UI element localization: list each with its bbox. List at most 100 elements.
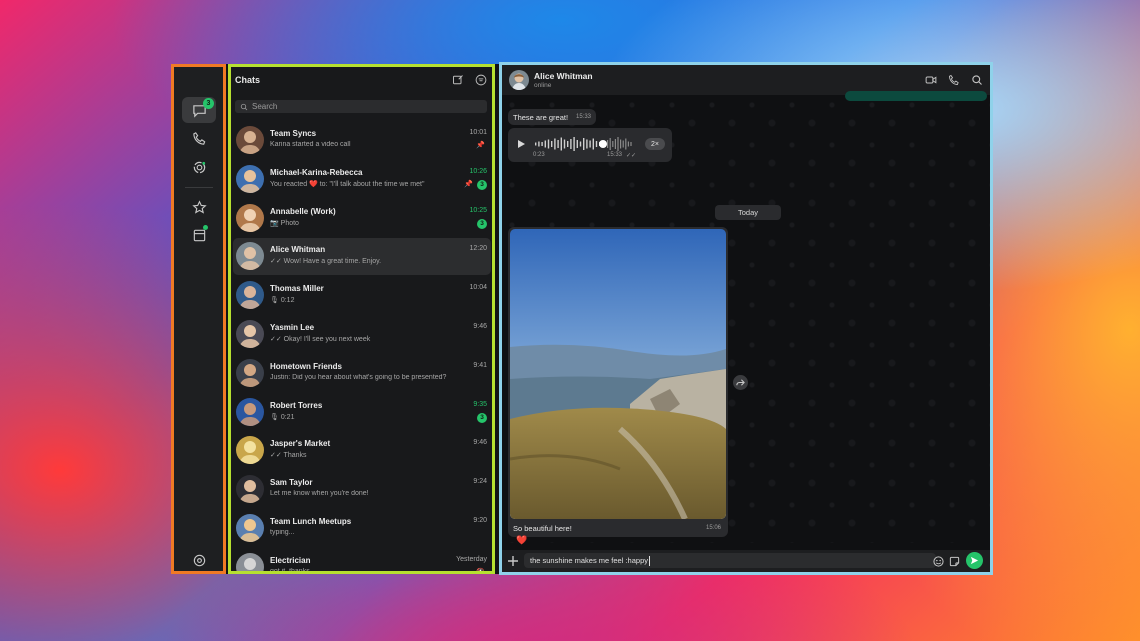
chat-time: 12:20 xyxy=(469,245,487,253)
chat-name: Thomas Miller xyxy=(270,284,324,294)
emoji-icon[interactable] xyxy=(933,556,944,567)
chat-name: Robert Torres xyxy=(270,400,323,410)
incoming-message: These are great! 15:33 xyxy=(508,109,596,125)
search-icon xyxy=(240,103,248,110)
message-area: These are great! 15:33 0:23 15:33 ✓✓ 2× … xyxy=(502,91,990,572)
status-nav-button[interactable] xyxy=(182,154,216,180)
unread-badge: 3 xyxy=(477,218,487,229)
message-composer: the sunshine makes me feel :happy xyxy=(502,550,990,572)
contact-name: Alice Whitman xyxy=(534,71,593,81)
settings-nav-button[interactable] xyxy=(182,547,216,573)
chat-avatar xyxy=(236,475,264,504)
chat-avatar xyxy=(236,552,264,571)
play-icon[interactable] xyxy=(516,139,526,149)
chat-name: Sam Taylor xyxy=(270,478,313,488)
photo-time: 15:06 xyxy=(706,525,722,531)
message-text: These are great! xyxy=(513,113,569,122)
search-placeholder: Search xyxy=(252,102,278,111)
chat-preview: 📷 Photo xyxy=(270,219,299,227)
chat-preview: Let me know when you're done! xyxy=(270,490,369,498)
chat-preview: typing... xyxy=(270,529,295,536)
chat-time: 9:46 xyxy=(473,439,487,447)
chat-avatar xyxy=(236,436,264,465)
voice-time: 15:33 xyxy=(607,152,623,158)
chat-name: Team Lunch Meetups xyxy=(270,517,352,526)
chat-row[interactable]: Yasmin Lee 9:46 ✓✓ Okay! I'll see you next… xyxy=(233,316,491,353)
chat-avatar xyxy=(236,242,264,271)
chat-row[interactable]: Jasper's Market 9:46 ✓✓ Thanks xyxy=(233,432,491,469)
sticker-icon[interactable] xyxy=(949,556,960,567)
chat-row[interactable]: Sam Taylor 9:24 Let me know when you're do… xyxy=(233,471,491,508)
chat-row[interactable]: Robert Torres 9:35 🎙 0:21 3 xyxy=(233,394,491,431)
chat-row[interactable]: Annabelle (Work) 10:25 📷 Photo 3 xyxy=(233,200,491,237)
chat-row[interactable]: Thomas Miller 10:04 🎙 0:12 xyxy=(233,277,491,314)
chat-row[interactable]: Team Lunch Meetups 9:20 typing... xyxy=(233,510,491,547)
forward-button[interactable] xyxy=(733,375,748,390)
video-call-icon[interactable] xyxy=(925,74,937,86)
chats-nav-button[interactable]: 3 xyxy=(182,97,216,123)
chat-name: Alice Whitman xyxy=(270,245,326,255)
chat-avatar xyxy=(236,397,264,426)
calls-nav-button[interactable] xyxy=(182,125,216,151)
unread-badge: 3 xyxy=(477,179,487,190)
voice-duration: 0:23 xyxy=(533,152,545,158)
search-input[interactable]: Search xyxy=(235,100,487,113)
archived-nav-button[interactable] xyxy=(182,222,216,248)
chat-row[interactable]: Team Syncs 10:01 Karina started a video ca… xyxy=(233,122,491,159)
chat-list-panel: Chats Search Team Syncs 10:01 Karina start… xyxy=(228,64,495,574)
chat-time: Yesterday xyxy=(456,555,487,563)
chat-row[interactable]: Electrician Yesterday got it, thanks 🔇 xyxy=(233,549,491,574)
plus-icon[interactable] xyxy=(507,555,519,567)
heart-reaction[interactable]: ❤️ xyxy=(516,535,527,546)
chat-preview: 🎙 0:12 xyxy=(270,297,295,305)
photo-caption: So beautiful here! xyxy=(513,524,572,533)
muted-icon: 🔇 xyxy=(476,568,485,574)
pin-icon: 📌 xyxy=(464,180,473,188)
archive-indicator-dot xyxy=(203,225,208,230)
contact-avatar[interactable] xyxy=(509,70,529,90)
chat-row[interactable]: Michael-Karina-Rebecca 10:26 You reacted ❤… xyxy=(233,161,491,198)
landscape-photo[interactable] xyxy=(510,229,726,519)
chat-avatar xyxy=(236,320,264,348)
chat-time: 9:20 xyxy=(473,517,487,524)
message-input[interactable]: the sunshine makes me feel :happy xyxy=(524,553,936,568)
settings-icon xyxy=(193,554,205,566)
chat-avatar xyxy=(236,164,264,193)
chat-preview: Karina started a video call xyxy=(270,141,351,148)
starred-nav-button[interactable] xyxy=(182,194,216,220)
navigation-rail: 3 xyxy=(171,64,226,574)
chat-time: 9:46 xyxy=(473,323,487,330)
chat-avatar xyxy=(236,514,264,542)
chat-time: 10:04 xyxy=(469,284,487,292)
conversation-panel: Alice Whitman online These are great! 15… xyxy=(499,62,993,575)
chat-name: Team Syncs xyxy=(270,129,317,138)
chat-preview: got it, thanks xyxy=(270,567,310,574)
playback-speed-button[interactable]: 2× xyxy=(645,138,665,150)
chat-preview: ✓✓ Wow! Have a great time. Enjoy. xyxy=(270,258,382,266)
phone-icon xyxy=(192,131,205,145)
search-icon[interactable] xyxy=(971,74,983,86)
filter-icon[interactable] xyxy=(475,74,487,86)
chat-preview: You reacted ❤️ to: "I'll talk about the … xyxy=(270,180,425,188)
voice-call-icon[interactable] xyxy=(948,74,960,86)
chat-avatar xyxy=(236,203,264,232)
chat-row[interactable]: Alice Whitman 12:20 ✓✓ Wow! Have a great t… xyxy=(233,238,491,276)
send-icon xyxy=(970,556,979,565)
send-button[interactable] xyxy=(966,552,983,569)
chat-time: 9:41 xyxy=(473,361,487,369)
chat-name: Hometown Friends xyxy=(270,361,343,371)
rail-divider xyxy=(185,187,213,188)
chat-preview: ✓✓ Okay! I'll see you next week xyxy=(270,336,371,343)
chat-row[interactable]: Hometown Friends 9:41 Justin: Did you hear… xyxy=(233,355,491,392)
waveform[interactable] xyxy=(533,134,633,154)
voice-message: 0:23 15:33 ✓✓ 2× xyxy=(508,128,672,162)
chat-name: Michael-Karina-Rebecca xyxy=(270,167,363,177)
chat-name: Yasmin Lee xyxy=(270,323,315,332)
message-time: 15:33 xyxy=(576,114,592,120)
chat-time: 9:24 xyxy=(473,478,487,486)
chat-avatar xyxy=(236,126,264,154)
forward-icon xyxy=(736,379,745,386)
chat-time: 10:26 xyxy=(469,167,487,175)
chat-name: Annabelle (Work) xyxy=(270,206,336,216)
new-chat-icon[interactable] xyxy=(452,74,464,86)
